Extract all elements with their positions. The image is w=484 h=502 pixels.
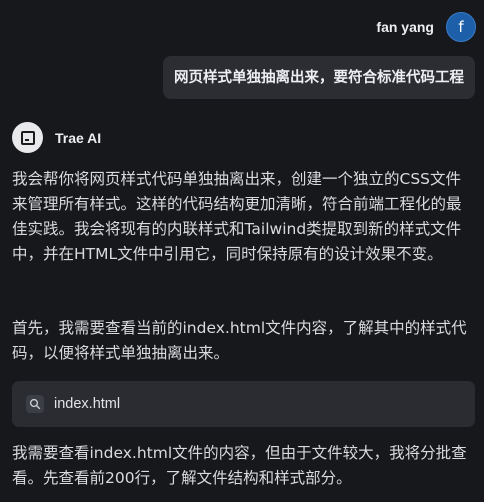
user-avatar[interactable]: f (446, 12, 476, 42)
user-header: fan yang f (376, 12, 476, 42)
assistant-message-paragraph: 我需要查看index.html文件的内容，但由于文件较大，我将分批查看。先查看前… (12, 444, 467, 487)
assistant-name: Trae AI (55, 129, 102, 146)
chat-panel: fan yang f 网页样式单独抽离出来，要符合标准代码工程 Trae AI … (0, 0, 484, 502)
trae-logo-icon (12, 122, 43, 153)
assistant-message-paragraph: 我会帮你将网页样式代码单独抽离出来，创建一个独立的CSS文件来管理所有样式。这样… (12, 170, 462, 263)
assistant-header: Trae AI (12, 122, 101, 153)
file-view-card[interactable]: index.html (12, 381, 475, 427)
user-message-bubble: 网页样式单独抽离出来，要符合标准代码工程 (163, 56, 475, 99)
assistant-message-paragraph: 首先，我需要查看当前的index.html文件内容，了解其中的样式代码，以便将样… (12, 319, 467, 362)
search-icon (26, 395, 44, 413)
user-name: fan yang (376, 19, 434, 35)
file-name: index.html (54, 396, 121, 412)
